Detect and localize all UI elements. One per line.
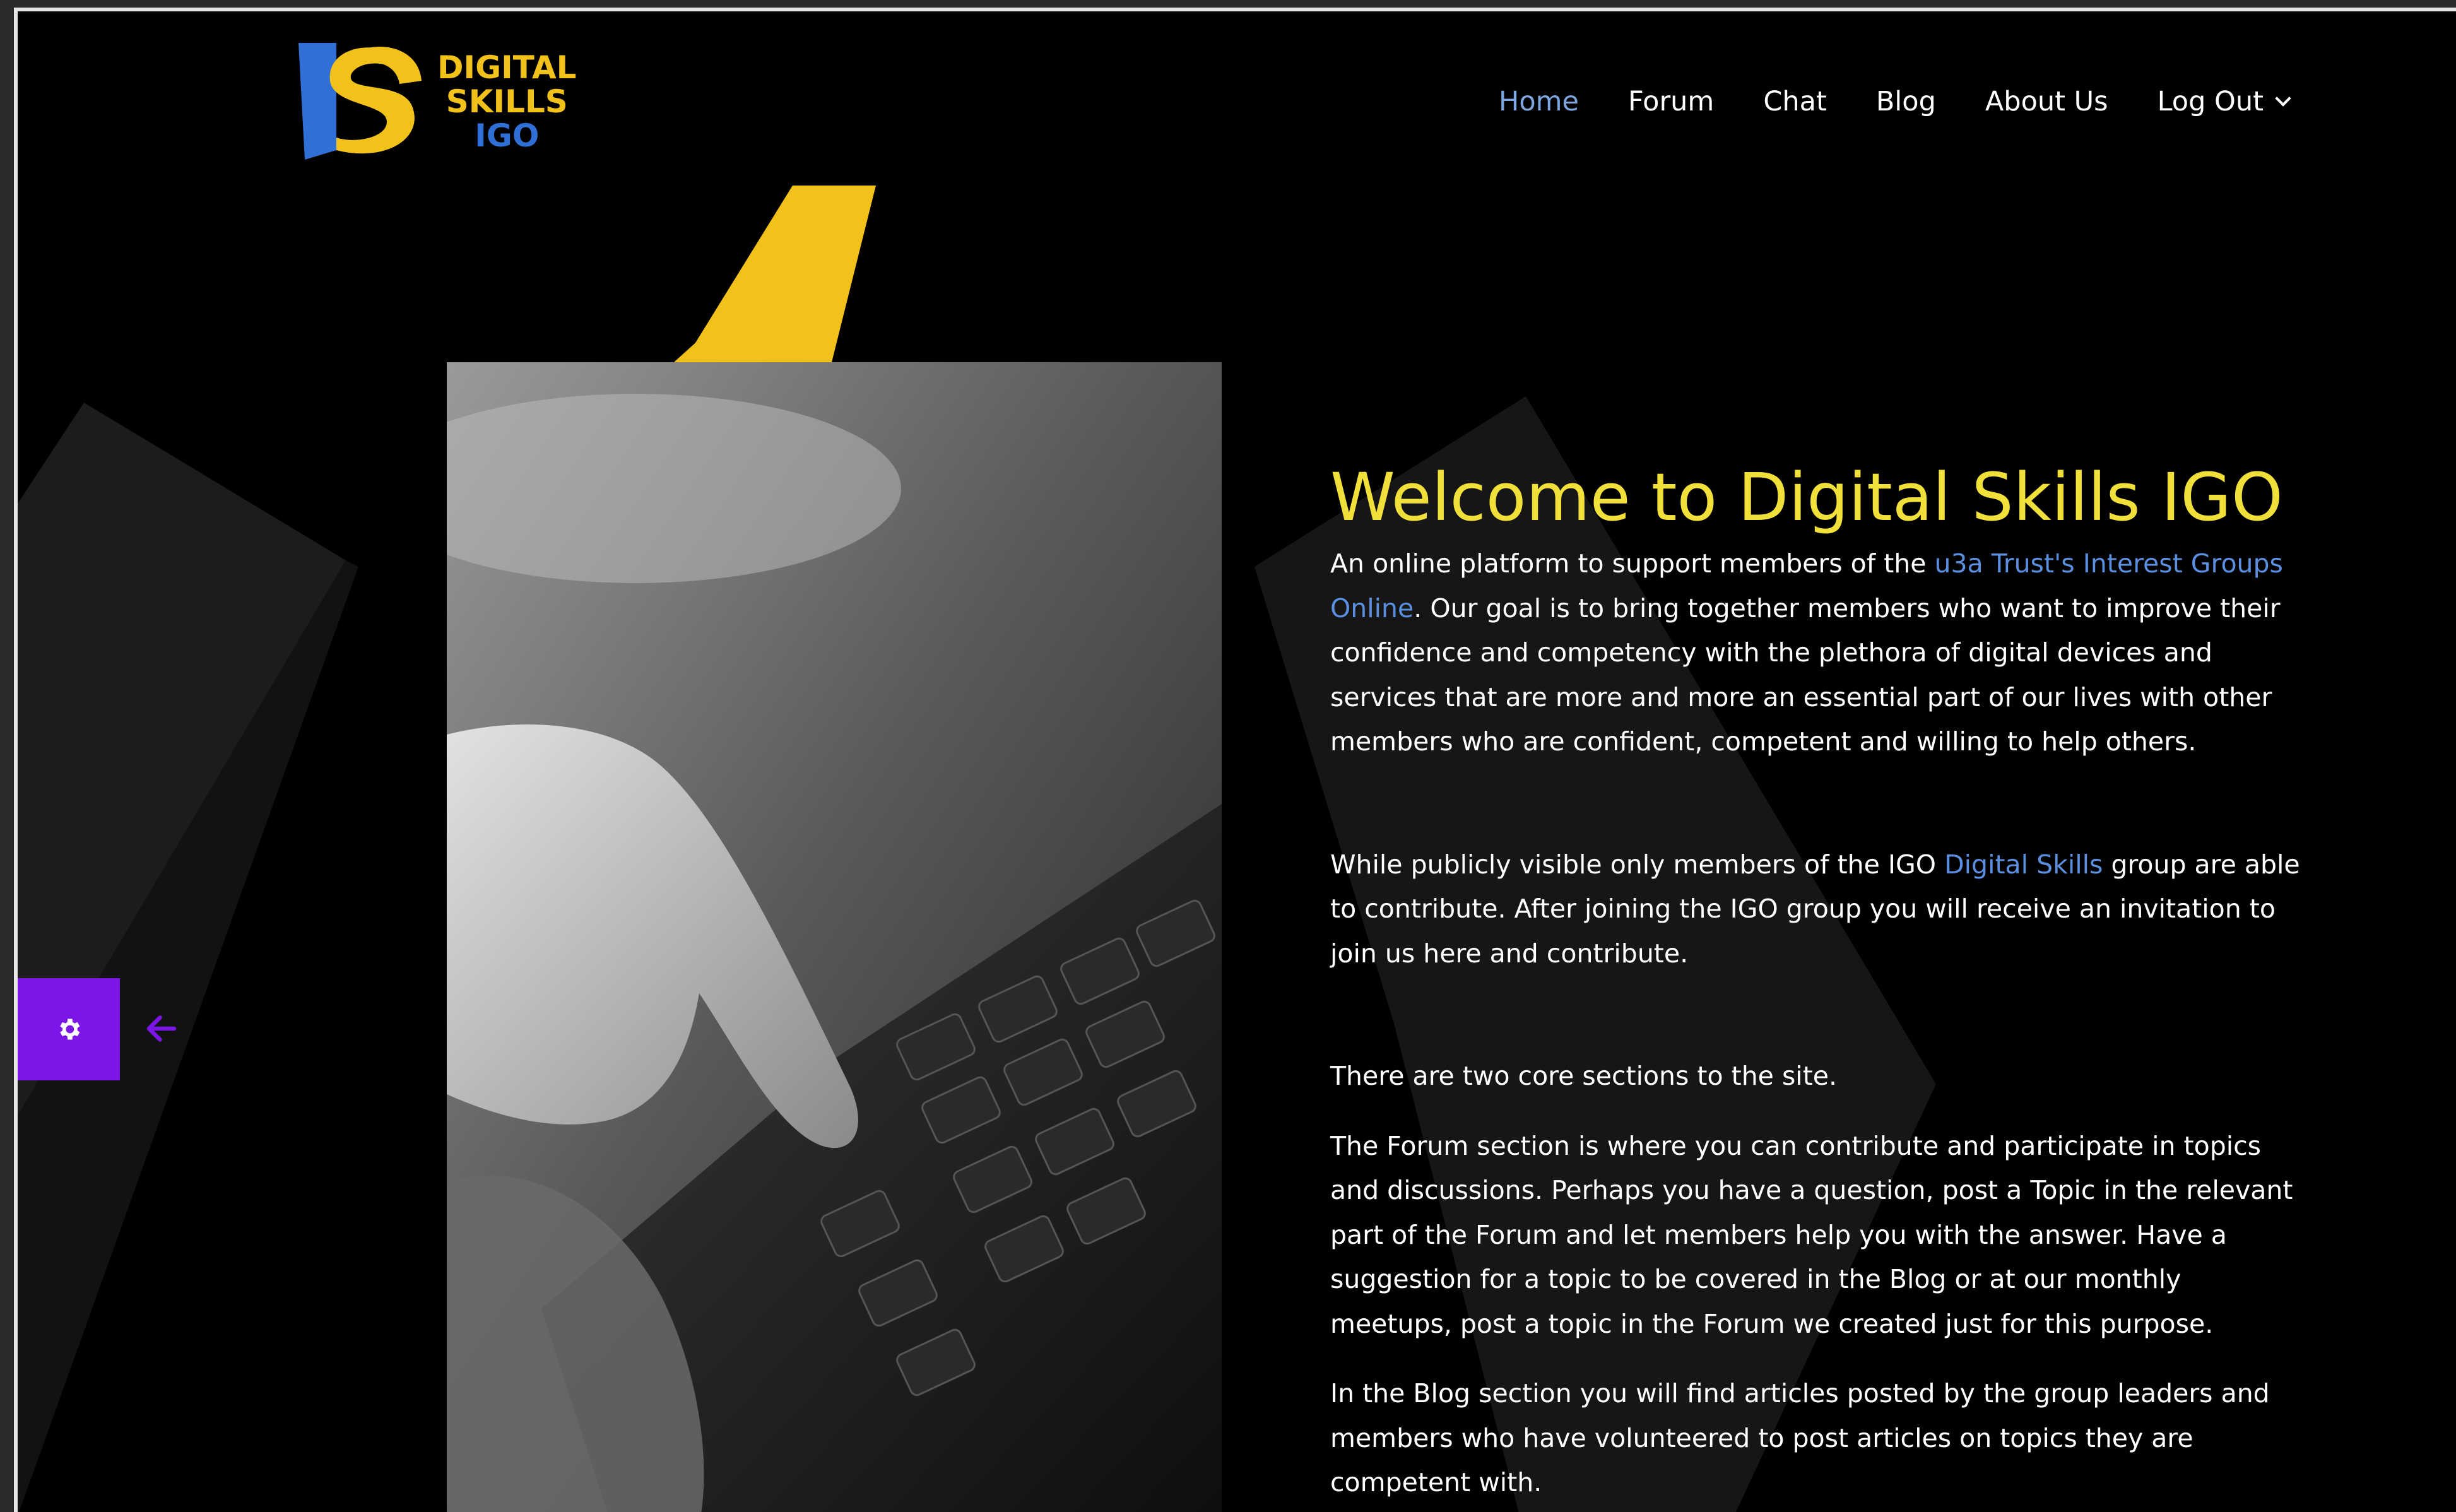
intro-text-end: . Our goal is to bring together members … — [1330, 593, 2281, 757]
page-frame: DIGITAL SKILLS IGO Home Forum Chat Blog … — [14, 8, 2456, 1512]
site-logo[interactable]: DIGITAL SKILLS IGO — [292, 37, 601, 175]
main-content: Welcome to Digital Skills IGO An online … — [1330, 453, 2302, 1505]
nav-forum[interactable]: Forum — [1628, 86, 1714, 117]
nav-chat[interactable]: Chat — [1763, 86, 1827, 117]
digital-skills-link[interactable]: Digital Skills — [1944, 849, 2103, 880]
nav-blog[interactable]: Blog — [1876, 86, 1936, 117]
page-title: Welcome to Digital Skills IGO — [1330, 459, 2283, 536]
forum-section-paragraph: The Forum section is where you can contr… — [1330, 1130, 2293, 1339]
logo-line-3: IGO — [475, 117, 540, 154]
chevron-down-icon — [2275, 90, 2291, 107]
nav-about-us[interactable]: About Us — [1985, 86, 2108, 117]
settings-button[interactable] — [18, 978, 120, 1080]
intro-text-start: An online platform to support members of… — [1330, 548, 1935, 579]
logo-line-1: DIGITAL — [437, 49, 577, 86]
main-nav: Home Forum Chat Blog About Us Log Out — [1499, 86, 2291, 117]
logo-text: DIGITAL SKILLS IGO — [437, 50, 577, 153]
sections-intro-paragraph: There are two core sections to the site. — [1330, 1061, 1838, 1091]
membership-paragraph: While publicly visible only members of t… — [1330, 842, 2302, 976]
hero-image — [447, 362, 1222, 1512]
nav-log-out-label: Log Out — [2157, 86, 2264, 117]
arrow-left-icon[interactable] — [143, 1010, 180, 1048]
gear-icon — [60, 1019, 80, 1040]
logo-mark-icon — [298, 43, 422, 160]
nav-home[interactable]: Home — [1499, 86, 1579, 117]
typing-on-keyboard-image — [447, 362, 1222, 1512]
nav-log-out[interactable]: Log Out — [2157, 86, 2291, 117]
blog-section-paragraph: In the Blog section you will find articl… — [1330, 1378, 2270, 1497]
intro-paragraph: An online platform to support members of… — [1330, 541, 2302, 764]
membership-text-start: While publicly visible only members of t… — [1330, 849, 1945, 880]
logo-line-2: SKILLS — [446, 83, 568, 120]
